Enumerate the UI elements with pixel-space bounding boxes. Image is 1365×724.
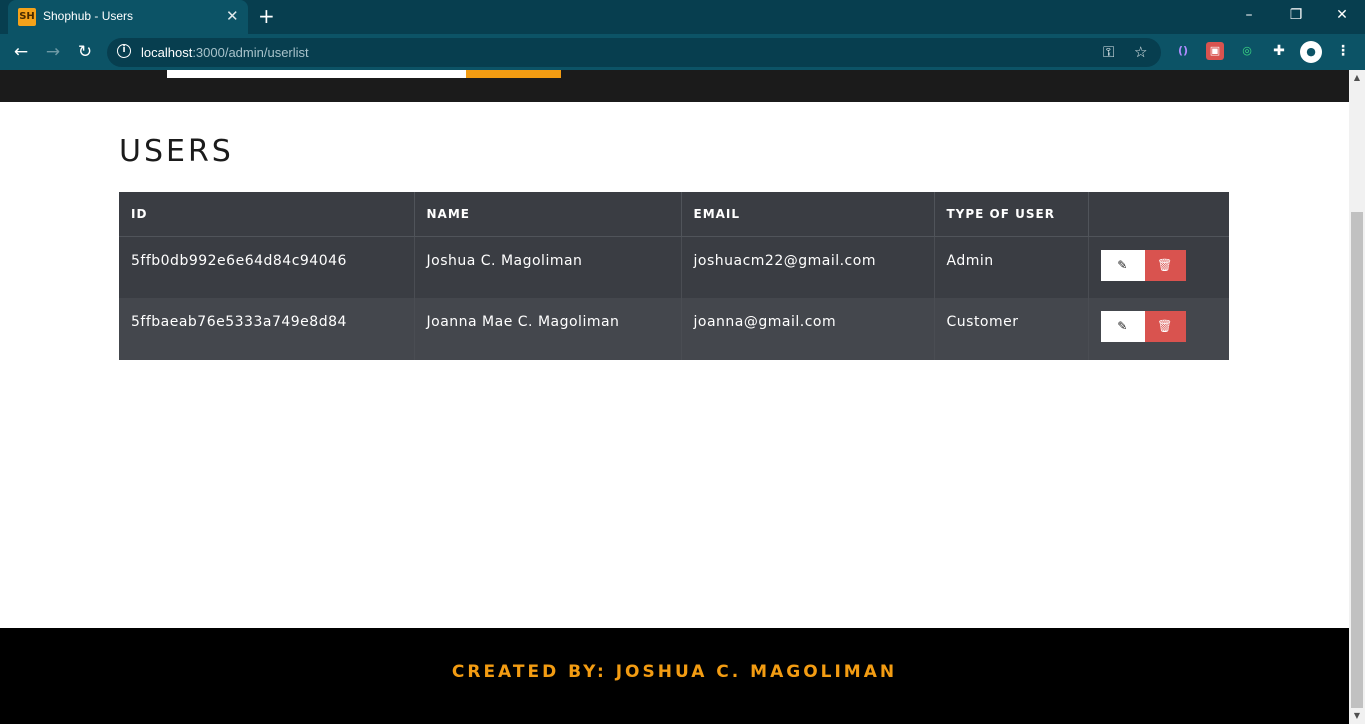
url-text[interactable]: localhost:3000/admin/userlist (141, 45, 309, 60)
header-name: NAME (414, 192, 682, 237)
header-type-of-user: TYPE OF USER (934, 192, 1089, 237)
extension-bracket-icon[interactable]: () (1174, 42, 1192, 60)
reload-icon[interactable]: ↻ (74, 41, 96, 63)
table-header-row: ID NAME EMAIL TYPE OF USER (119, 192, 1229, 237)
minimize-window-icon[interactable]: – (1234, 5, 1264, 25)
close-tab-icon[interactable]: ✕ (226, 7, 239, 25)
browser-tab[interactable]: SH Shophub - Users ✕ (8, 0, 248, 34)
header-actions (1088, 192, 1229, 237)
edit-icon: ✎ (1117, 257, 1128, 272)
browser-toolbar: ← → ↻ i localhost:3000/admin/userlist ⚿ … (0, 34, 1365, 70)
footer-credit: CREATED BY: JOSHUA C. MAGOLIMAN (451, 662, 898, 682)
address-bar[interactable]: i localhost:3000/admin/userlist ⚿ ☆ (107, 38, 1161, 67)
page-title: USERS (119, 134, 234, 169)
cell-email: joanna@gmail.com (681, 298, 935, 360)
star-icon[interactable]: ☆ (1134, 43, 1147, 61)
shophub-favicon-icon: SH (18, 8, 36, 26)
vertical-scrollbar[interactable]: ▲ ▼ (1349, 70, 1365, 724)
scroll-thumb[interactable] (1351, 212, 1363, 708)
key-icon[interactable]: ⚿ (1103, 43, 1114, 61)
delete-user-button[interactable]: 🗑 (1144, 311, 1186, 342)
new-tab-icon[interactable]: + (258, 5, 275, 27)
trash-icon: 🗑 (1157, 257, 1173, 272)
search-input[interactable] (167, 70, 466, 78)
site-header (0, 70, 1349, 102)
site-info-icon[interactable]: i (117, 44, 131, 58)
header-email: EMAIL (681, 192, 935, 237)
page: USERS ID NAME EMAIL TYPE OF USER 5ffb0db… (0, 70, 1349, 724)
extensions-puzzle-icon[interactable]: ✚ (1270, 42, 1288, 60)
cell-actions: ✎ 🗑 (1088, 298, 1229, 360)
edit-icon: ✎ (1117, 319, 1128, 333)
back-arrow-icon[interactable]: ← (10, 41, 32, 63)
table-row: 5ffb0db992e6e64d84c94046 Joshua C. Magol… (119, 236, 1229, 298)
edit-user-button[interactable]: ✎ (1100, 311, 1145, 342)
cell-id: 5ffb0db992e6e64d84c94046 (119, 236, 415, 298)
search-button[interactable] (466, 70, 561, 78)
delete-user-button[interactable]: 🗑 (1144, 249, 1186, 281)
browser-tab-bar: SH Shophub - Users ✕ + – ❐ ✕ (0, 0, 1365, 34)
trash-icon: 🗑 (1157, 319, 1173, 333)
scroll-up-icon[interactable]: ▲ (1349, 70, 1365, 86)
close-window-icon[interactable]: ✕ (1327, 5, 1357, 25)
profile-avatar-icon[interactable]: ● (1300, 41, 1322, 63)
cell-name: Joshua C. Magoliman (414, 236, 682, 298)
cell-name: Joanna Mae C. Magoliman (414, 298, 682, 360)
extension-red-icon[interactable]: ▣ (1206, 42, 1224, 60)
cell-type: Admin (934, 236, 1089, 298)
extension-green-icon[interactable]: ◎ (1238, 42, 1256, 60)
edit-user-button[interactable]: ✎ (1100, 249, 1145, 281)
restore-window-icon[interactable]: ❐ (1281, 5, 1311, 25)
footer: CREATED BY: JOSHUA C. MAGOLIMAN (0, 628, 1349, 724)
more-menu-icon[interactable]: ⋮ (1334, 42, 1352, 60)
forward-arrow-icon[interactable]: → (42, 41, 64, 63)
table-row: 5ffbaeab76e5333a749e8d84 Joanna Mae C. M… (119, 298, 1229, 360)
cell-id: 5ffbaeab76e5333a749e8d84 (119, 298, 415, 360)
cell-type: Customer (934, 298, 1089, 360)
cell-actions: ✎ 🗑 (1088, 236, 1229, 298)
users-table: ID NAME EMAIL TYPE OF USER 5ffb0db992e6e… (119, 192, 1229, 360)
header-id: ID (119, 192, 415, 237)
cell-email: joshuacm22@gmail.com (681, 236, 935, 298)
scroll-down-icon[interactable]: ▼ (1349, 708, 1365, 724)
tab-title: Shophub - Users (43, 9, 134, 23)
